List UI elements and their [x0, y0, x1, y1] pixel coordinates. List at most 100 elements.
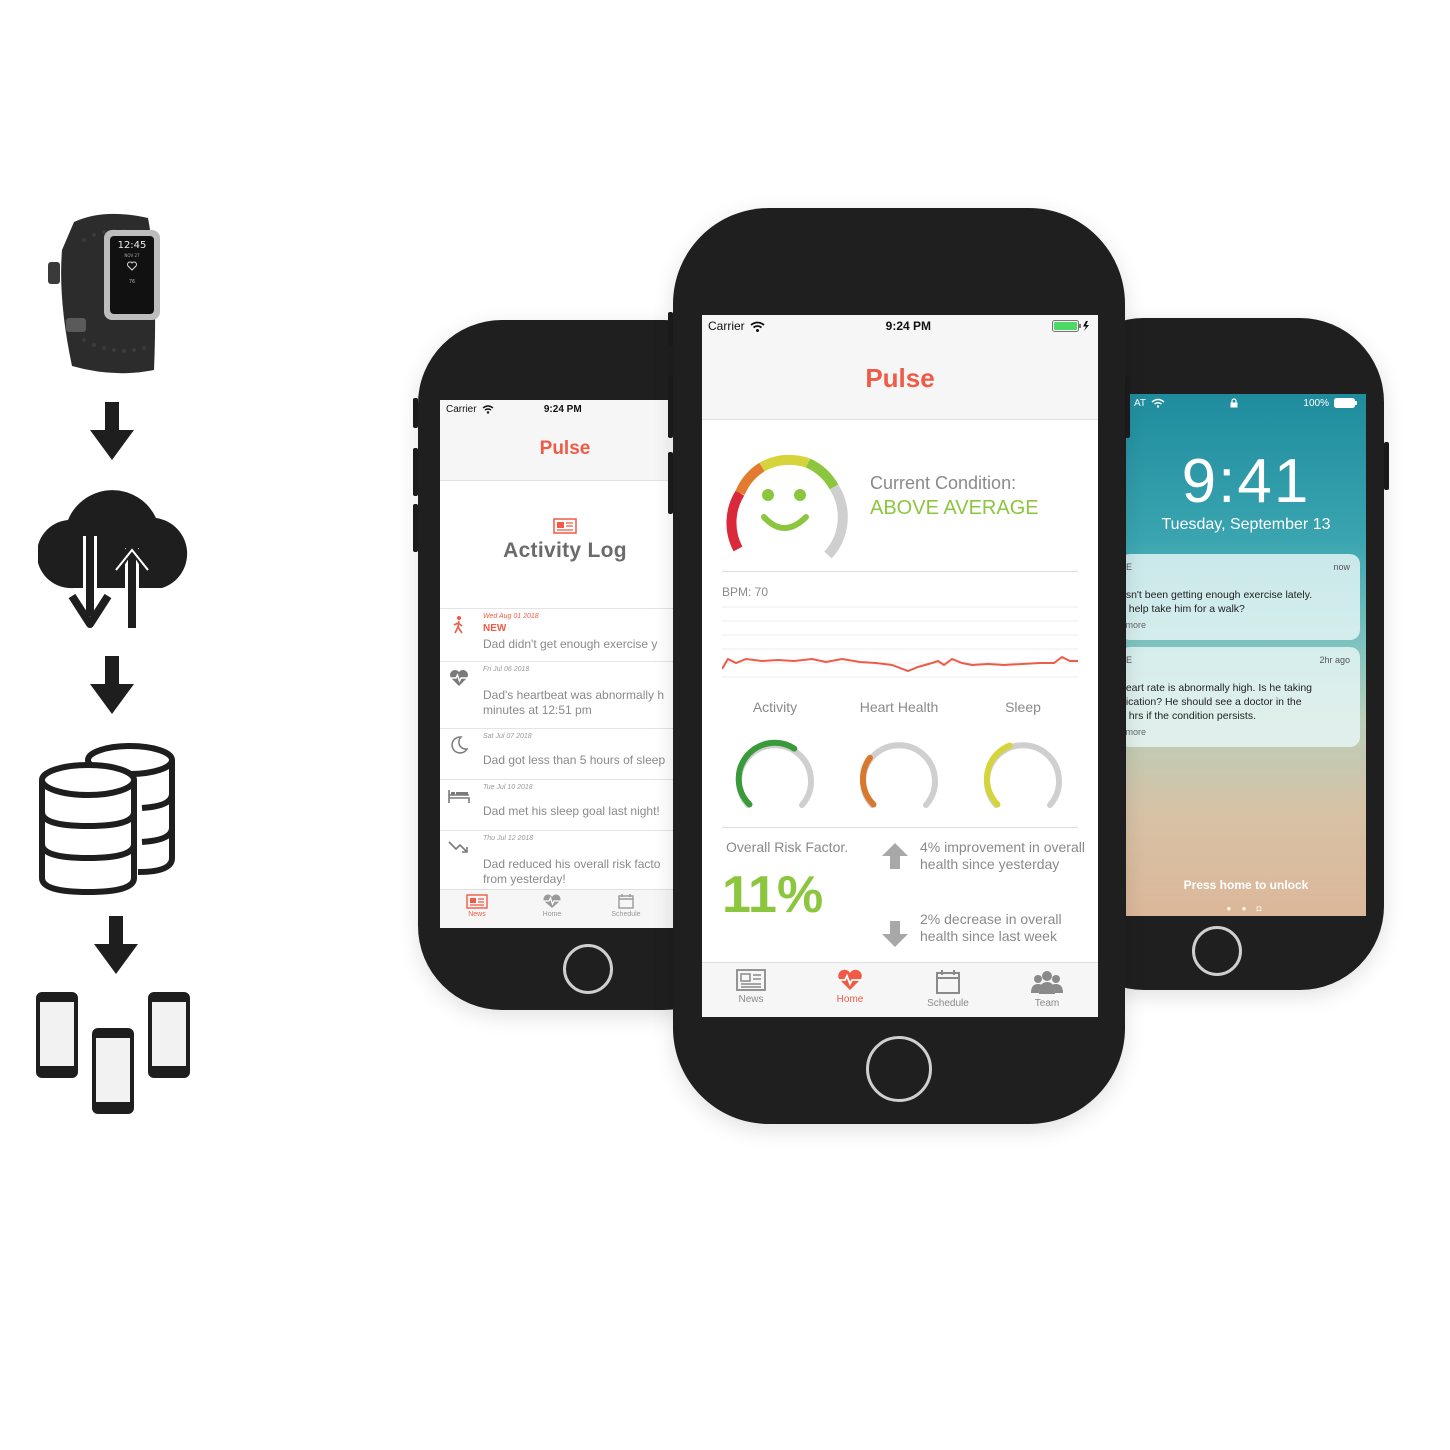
tab-label: Schedule [927, 998, 969, 1009]
trend-down-icon [448, 841, 468, 853]
wifi-icon [1151, 398, 1165, 408]
battery-icon [1334, 398, 1357, 408]
activity-log-header: Activity Log [440, 518, 690, 563]
battery-charging-icon [1052, 320, 1089, 332]
log-entry[interactable]: Wed Aug 01 2018 NEW Dad didn't get enoug… [440, 608, 690, 661]
lock-icon [1230, 398, 1238, 408]
tab-label: Home [542, 911, 562, 918]
newspaper-icon [466, 894, 488, 909]
gauge-label-heart-health: Heart Health [859, 699, 939, 715]
tracker-time: 12:45 [118, 240, 147, 251]
gauge-label-activity: Activity [752, 699, 798, 715]
lock-screen: AT 100% 9:41 Tuesday, September 13 SE no… [1126, 394, 1366, 916]
log-entry[interactable]: Thu Jul 12 2018 Dad reduced his overall … [440, 830, 690, 889]
status-time: 9:24 PM [885, 319, 932, 333]
team-icon [1031, 971, 1063, 994]
gauge-sleep [983, 742, 1062, 808]
status-bar: Carrier 9:24 PM [440, 400, 690, 418]
notification-time: 2hr ago [1319, 655, 1350, 665]
condition-label: Current Condition: [870, 473, 1017, 493]
tab-label: Schedule [611, 911, 641, 918]
power-button [1384, 442, 1389, 490]
notification-more[interactable]: r more [1126, 727, 1146, 737]
status-time: 9:24 PM [543, 403, 582, 415]
home-button[interactable] [563, 944, 613, 994]
arrow-down-icon [882, 921, 908, 947]
battery-percent: 100% [1303, 397, 1329, 409]
arrow-down-icon [92, 916, 140, 974]
arrow-up-icon [882, 843, 908, 869]
notification-line: heart rate is abnormally high. Is he tak… [1126, 682, 1313, 694]
tracker-steps: 76 [129, 279, 135, 285]
notification-more[interactable]: r more [1126, 620, 1146, 630]
entry-date: Wed Aug 01 2018 [483, 613, 539, 620]
notification-line: u help take him for a walk? [1126, 603, 1245, 615]
notification-line: dication? He should see a doctor in the [1126, 696, 1302, 708]
carrier-label: Carrier [446, 403, 477, 415]
mobile-devices-icon [34, 990, 190, 1116]
home-button[interactable] [1192, 926, 1242, 976]
calendar-icon [618, 894, 634, 909]
nav-bar: Carrier 9:24 PM Pulse [702, 315, 1098, 420]
smiley-face-icon [761, 489, 809, 531]
notification-body: heart rate is abnormally high. Is he tak… [1126, 681, 1312, 723]
tab-label: News [738, 994, 764, 1005]
carrier-label: Carrier [708, 319, 745, 333]
tab-label: News [468, 911, 486, 918]
condition-value: ABOVE AVERAGE [870, 497, 1039, 519]
arrow-down-icon [88, 402, 136, 460]
gauge-label-sleep: Sleep [1005, 699, 1041, 715]
tab-news[interactable]: News [711, 969, 791, 1005]
arrow-down-icon [88, 656, 136, 714]
carrier-label: AT [1134, 397, 1147, 409]
volume-up-button [668, 376, 673, 438]
tab-home[interactable]: Home [522, 894, 582, 918]
heartbeat-icon [838, 969, 862, 990]
new-badge: NEW [483, 623, 507, 634]
heart-rate-chart [721, 601, 1078, 696]
nav-bar: Carrier 9:24 PM Pulse [440, 400, 690, 481]
mute-switch [413, 398, 418, 428]
gauge-activity [735, 739, 814, 808]
entry-text: Dad met his sleep goal last night! [483, 804, 660, 818]
tab-team[interactable]: Team [1007, 969, 1087, 1009]
entry-text: Dad didn't get enough exercise y [483, 637, 658, 651]
risk-label: Overall Risk Factor. [726, 839, 849, 855]
trend-down-text: 2% decrease in overall health since last… [920, 911, 1062, 944]
moon-icon [451, 736, 469, 754]
entry-date: Sat Jul 07 2018 [483, 733, 532, 740]
tab-home[interactable]: Home [810, 969, 890, 1005]
tab-label: Home [836, 994, 864, 1005]
cloud-sync-icon [38, 478, 192, 634]
log-entry[interactable]: Tue Jul 10 2018 Dad met his sleep goal l… [440, 779, 690, 830]
entry-text: Dad's heartbeat was abnormally h [483, 688, 665, 702]
notification-app: SE [1126, 562, 1133, 572]
tab-bar: News Home Schedule [440, 889, 690, 928]
unlock-hint: Press home to unlock [1183, 878, 1309, 892]
log-entry[interactable]: Fri Jul 06 2018 Dad's heartbeat was abno… [440, 661, 690, 728]
wifi-icon [482, 404, 493, 414]
tab-schedule[interactable]: Schedule [908, 969, 988, 1009]
fitness-tracker-icon: 12:45 NOV 27 76 [44, 210, 172, 375]
app-title: Pulse [539, 438, 591, 459]
log-entry[interactable]: Sat Jul 07 2018 Dad got less than 5 hour… [440, 728, 690, 779]
notification-card[interactable]: SE now asn't been getting enough exercis… [1126, 554, 1360, 640]
notification-body: asn't been getting enough exercise latel… [1126, 588, 1312, 616]
heartbeat-icon [450, 670, 468, 686]
status-bar: Carrier 9:24 PM [702, 315, 1098, 337]
phone-home: Carrier 9:24 PM Pulse Current Condition:… [668, 208, 1130, 1124]
tab-news[interactable]: News [447, 894, 507, 918]
power-button [1125, 376, 1130, 438]
risk-value: 11% [722, 866, 824, 924]
notification-card[interactable]: SE 2hr ago heart rate is abnormally high… [1126, 647, 1360, 747]
notification-line: asn't been getting enough exercise latel… [1126, 589, 1313, 601]
home-button[interactable] [866, 1036, 932, 1102]
entry-text-2: minutes at 12:51 pm [483, 703, 592, 717]
wifi-icon [750, 321, 765, 332]
gauge-fill [735, 739, 798, 808]
tab-schedule[interactable]: Schedule [596, 894, 656, 918]
notification-app: SE [1126, 655, 1133, 665]
lock-date: Tuesday, September 13 [1161, 516, 1331, 533]
tab-bar: News Home Schedule Team [702, 962, 1098, 1017]
database-icon [38, 740, 178, 898]
